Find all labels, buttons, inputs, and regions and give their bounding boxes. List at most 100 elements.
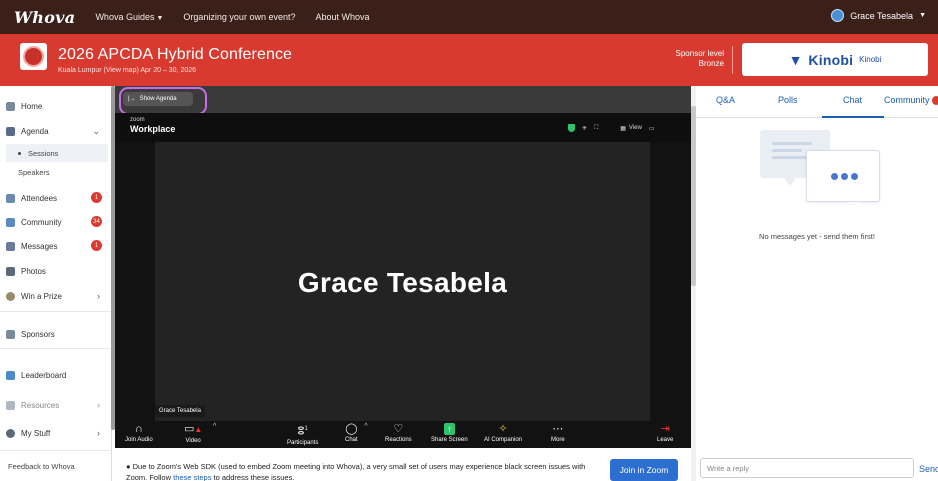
ai-companion-label: AI Companion [484,437,523,443]
folder-icon [6,400,15,410]
sidebar: Home Agenda ⌄ Sessions Speakers Attendee… [0,86,112,481]
fullscreen-icon[interactable]: ⛶ [594,125,598,132]
join-audio-label: Join Audio [125,437,153,443]
share-screen-icon: ↑ [444,423,455,435]
sidebar-item-attendees[interactable]: Attendees 1 [6,188,108,208]
sidebar-item-label: My Stuff [21,428,51,438]
tab-chat[interactable]: Chat [843,95,862,105]
active-tab-indicator [822,116,884,118]
sidebar-item-label: Resources [21,400,60,410]
chevron-up-icon[interactable]: ^ [364,423,367,430]
camera-icon [6,266,15,276]
chevron-right-icon: › [97,291,100,301]
join-in-zoom-button[interactable]: Join in Zoom [610,459,678,481]
sidebar-item-agenda[interactable]: Agenda ⌄ [6,121,108,141]
zoom-workplace-label: Workplace [130,124,176,134]
chevron-up-icon[interactable]: ^ [213,423,216,430]
messages-badge: 1 [91,240,102,251]
sidebar-item-label: Sponsors [21,329,55,339]
stage-border-left [115,142,155,421]
user-menu[interactable]: Grace Tesabela ▼ [831,9,926,22]
send-button[interactable]: Send [919,464,938,474]
divider [0,311,112,312]
sponsor-name-small: Kinobi [859,55,882,64]
sidebar-item-label: Messages [21,241,58,251]
sidebar-item-home[interactable]: Home [6,96,108,116]
feedback-link[interactable]: Feedback to Whova [8,462,75,471]
video-button[interactable]: ▭▲ Video ^ [184,423,216,444]
whova-logo[interactable]: Whova [14,8,75,27]
sponsor-card[interactable]: ▼ Kinobi Kinobi [742,43,928,76]
tab-community[interactable]: Community [884,95,930,105]
sidebar-item-sessions[interactable]: Sessions [6,144,108,162]
view-button[interactable]: ▦ View [620,125,642,132]
grid-icon: ▦ [620,125,626,132]
stage-border-right [650,142,691,421]
user-name: Grace Tesabela [850,10,914,21]
nav-about-whova[interactable]: About Whova [315,12,369,22]
sidebar-item-label: Community [21,217,62,227]
kinobi-logo-icon: ▼ [788,51,803,68]
sidebar-item-label: Win a Prize [21,291,62,301]
reactions-button[interactable]: ♡ Reactions [385,423,412,443]
sidebar-item-win-prize[interactable]: Win a Prize › [6,286,108,306]
chat-button[interactable]: ◯ Chat ^ [345,423,368,443]
highlight-ring [119,87,207,115]
event-subtitle[interactable]: Kuala Lumpur (View map) Apr 20 – 30, 202… [58,67,196,74]
info-icon: ● [126,462,131,471]
reactions-label: Reactions [385,437,412,443]
home-icon [6,101,15,111]
sidebar-item-community[interactable]: Community 34 [6,212,108,232]
minimize-icon[interactable]: ▭ [649,125,655,132]
participants-icon: ⵓ1 [297,425,308,438]
join-audio-button[interactable]: ∩ Join Audio [125,423,153,443]
sponsor-level: Sponsor level Bronze [668,49,724,69]
tab-qa[interactable]: Q&A [716,95,735,105]
app-root: Whova Whova Guides ▼ Organizing your own … [0,0,938,481]
heart-icon: ♡ [393,423,404,435]
share-screen-label: Share Screen [431,437,468,443]
reply-input[interactable]: Write a reply [700,458,914,478]
sidebar-item-messages[interactable]: Messages 1 [6,236,108,256]
sidebar-item-label: Photos [21,266,46,276]
shield-icon[interactable] [568,124,575,132]
empty-chat-message: No messages yet - send them first! [759,232,875,241]
leave-button[interactable]: ⇥ Leave [657,423,673,443]
ai-companion-button[interactable]: ✧ AI Companion [484,423,522,443]
sidebar-item-label: Attendees [21,193,58,203]
headphones-icon: ∩ [134,423,143,435]
sparkle-icon[interactable]: ✳ [582,125,587,132]
sidebar-item-label: Speakers [18,167,50,177]
participant-name: Grace Tesabela [297,267,508,298]
sidebar-item-my-stuff[interactable]: My Stuff › [6,423,108,443]
more-button[interactable]: ⋯ More [551,423,565,443]
nav-organizing[interactable]: Organizing your own event? [183,12,295,22]
sidebar-item-label: Leaderboard [21,370,67,380]
community-badge: 34 [91,216,102,227]
sidebar-item-resources[interactable]: Resources › [6,400,108,410]
share-screen-button[interactable]: ↑ Share Screen [431,423,468,443]
event-logo [20,43,47,70]
sidebar-item-leaderboard[interactable]: Leaderboard [6,365,108,385]
sidebar-item-photos[interactable]: Photos [6,261,108,281]
sponsor-level-label: Sponsor level [675,49,724,58]
nav-whova-guides[interactable]: Whova Guides ▼ [95,12,163,22]
chat-icon: ◯ [345,423,358,435]
more-icon: ⋯ [552,423,564,435]
sidebar-item-label: Agenda [21,126,49,136]
sidebar-item-label: Home [21,101,43,111]
these-steps-link[interactable]: these steps [173,473,211,481]
tab-polls[interactable]: Polls [778,95,798,105]
video-label: Video [185,438,201,444]
sidebar-item-speakers[interactable]: Speakers [6,163,108,181]
zoom-tools: ✳ ⛶ ▦ View ▭ [568,124,654,132]
person-icon [6,428,15,438]
view-label: View [628,125,642,131]
top-navigation: Whova Whova Guides ▼ Organizing your own … [0,0,938,34]
chevron-right-icon: › [97,400,100,410]
divider [0,348,112,349]
attendees-badge: 1 [91,192,102,203]
participants-button[interactable]: ⵓ1 Participants [287,423,318,446]
people-icon [6,193,15,203]
sidebar-item-sponsors[interactable]: Sponsors [6,324,108,344]
